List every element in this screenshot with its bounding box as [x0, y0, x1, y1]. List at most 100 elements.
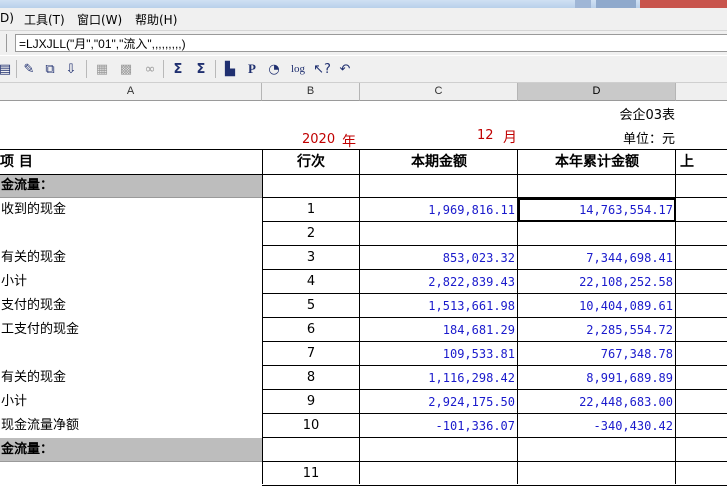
row-number-cell[interactable]: 1	[262, 198, 360, 222]
current-amount-cell[interactable]	[360, 222, 518, 246]
row-number-cell[interactable]: 10	[262, 414, 360, 438]
sum-icon[interactable]: Σ	[169, 60, 187, 78]
chart-icon[interactable]: ▙	[221, 60, 239, 78]
row-number-cell[interactable]: 8	[262, 366, 360, 390]
column-header-c[interactable]: C	[360, 83, 518, 101]
column-divider	[262, 149, 263, 484]
current-amount-cell[interactable]: 1,969,816.11	[360, 198, 518, 222]
report-month: 12	[477, 128, 494, 143]
ytd-amount-cell[interactable]: -340,430.42	[518, 414, 676, 438]
ytd-amount-cell[interactable]: 8,991,689.89	[518, 366, 676, 390]
row-number-cell[interactable]: 11	[262, 462, 360, 486]
row-label-cell[interactable]: 小计	[0, 390, 262, 414]
menu-help[interactable]: 帮助(H)	[135, 11, 177, 28]
row-label-cell[interactable]: 有关的现金	[0, 246, 262, 270]
header-row-number: 行次	[297, 154, 325, 170]
grid-icon[interactable]: ▦	[93, 60, 111, 78]
ytd-amount-cell[interactable]	[518, 438, 676, 462]
header-bottom-border	[0, 174, 727, 175]
row-number-cell[interactable]: 9	[262, 390, 360, 414]
ytd-amount-cell[interactable]: 2,285,554.72	[518, 318, 676, 342]
copy-icon[interactable]: ⧉	[41, 60, 59, 78]
pie-icon[interactable]: ◔	[265, 60, 283, 78]
print-icon[interactable]: ▤	[0, 60, 14, 78]
current-amount-cell[interactable]: -101,336.07	[360, 414, 518, 438]
grid2-icon[interactable]: ▩	[117, 60, 135, 78]
ytd-amount-cell[interactable]: 22,448,683.00	[518, 390, 676, 414]
close-button[interactable]	[640, 0, 727, 8]
row-label-cell[interactable]: 现金流量净额	[0, 414, 262, 438]
formula-input[interactable]: =LJXJLL("月","01","流入",,,,,,,,,)	[15, 34, 727, 52]
row-label-cell[interactable]: 金流量：	[0, 438, 262, 462]
toolbar-separator	[16, 60, 17, 78]
ytd-amount-cell[interactable]: 767,348.78	[518, 342, 676, 366]
row-label-cell[interactable]: 有关的现金	[0, 366, 262, 390]
header-current-amount: 本期金额	[411, 154, 467, 170]
help-pointer-icon[interactable]: ↖?	[313, 60, 331, 78]
row-number-cell[interactable]	[262, 174, 360, 198]
row-label-cell[interactable]: 工支付的现金	[0, 318, 262, 342]
row-label-cell[interactable]: 金流量：	[0, 174, 262, 198]
report-code: 会企03表	[619, 108, 675, 122]
column-header-d[interactable]: D	[518, 83, 676, 101]
column-header-a[interactable]: A	[0, 83, 262, 101]
row-number-cell[interactable]: 3	[262, 246, 360, 270]
row-label-cell[interactable]	[0, 222, 262, 246]
toolbar-separator	[86, 60, 87, 78]
row-label-cell[interactable]: 收到的现金	[0, 198, 262, 222]
selected-cell[interactable]: 14,763,554.17	[518, 198, 676, 222]
row-number-cell[interactable]: 6	[262, 318, 360, 342]
current-amount-cell[interactable]: 1,116,298.42	[360, 366, 518, 390]
undo-icon[interactable]: ↶	[336, 60, 354, 78]
menu-window[interactable]: 窗口(W)	[77, 11, 122, 28]
minimize-button[interactable]	[575, 0, 591, 8]
toolbar: ▤ ✎ ⧉ ⇩ ▦ ▩ ∞ Σ Σ ▙ P ◔ log ↖? ↶	[0, 56, 727, 83]
report-year-suffix: 年	[342, 134, 356, 149]
current-amount-cell[interactable]: 853,023.32	[360, 246, 518, 270]
current-amount-cell[interactable]: 2,924,175.50	[360, 390, 518, 414]
binoculars-icon[interactable]: ∞	[141, 60, 159, 78]
current-amount-cell[interactable]: 2,822,839.43	[360, 270, 518, 294]
name-box[interactable]	[0, 34, 7, 52]
maximize-button[interactable]	[596, 0, 636, 8]
current-amount-cell[interactable]	[360, 462, 518, 486]
current-amount-cell[interactable]: 184,681.29	[360, 318, 518, 342]
row-number-cell[interactable]	[262, 438, 360, 462]
row-label-cell[interactable]	[0, 342, 262, 366]
ytd-amount-cell[interactable]	[518, 174, 676, 198]
log-icon[interactable]: log	[289, 60, 307, 78]
row-label-cell[interactable]: 小计	[0, 270, 262, 294]
column-header-e[interactable]	[676, 83, 727, 101]
ytd-amount-cell[interactable]: 22,108,252.58	[518, 270, 676, 294]
menu-bar: D) 工具(T) 窗口(W) 帮助(H)	[0, 8, 727, 31]
table-top-border	[0, 149, 727, 150]
filter-icon[interactable]: ⇩	[62, 60, 80, 78]
edit-icon[interactable]: ✎	[20, 60, 38, 78]
column-header-b[interactable]: B	[262, 83, 360, 101]
row-number-cell[interactable]: 2	[262, 222, 360, 246]
ytd-amount-cell[interactable]: 7,344,698.41	[518, 246, 676, 270]
sum-all-icon[interactable]: Σ	[192, 60, 210, 78]
row-label-cell[interactable]: 支付的现金	[0, 294, 262, 318]
current-amount-cell[interactable]	[360, 174, 518, 198]
toolbar-separator	[163, 60, 164, 78]
p-icon[interactable]: P	[243, 60, 261, 78]
report-year: 2020	[302, 132, 336, 147]
row-number-cell[interactable]: 4	[262, 270, 360, 294]
title-bar	[0, 0, 727, 8]
report-unit: 单位：元	[622, 132, 675, 146]
column-divider	[517, 149, 518, 484]
row-number-cell[interactable]: 7	[262, 342, 360, 366]
current-amount-cell[interactable]: 1,513,661.98	[360, 294, 518, 318]
ytd-amount-cell[interactable]	[518, 462, 676, 486]
menu-tools[interactable]: 工具(T)	[24, 11, 65, 28]
current-amount-cell[interactable]: 109,533.81	[360, 342, 518, 366]
formula-bar: =LJXJLL("月","01","流入",,,,,,,,,)	[0, 31, 727, 55]
row-label-cell[interactable]	[0, 462, 262, 486]
ytd-amount-cell[interactable]	[518, 222, 676, 246]
current-amount-cell[interactable]	[360, 438, 518, 462]
row-number-cell[interactable]: 5	[262, 294, 360, 318]
ytd-amount-cell[interactable]: 10,404,089.61	[518, 294, 676, 318]
menu-data[interactable]: D)	[0, 11, 14, 25]
toolbar-separator	[215, 60, 216, 78]
